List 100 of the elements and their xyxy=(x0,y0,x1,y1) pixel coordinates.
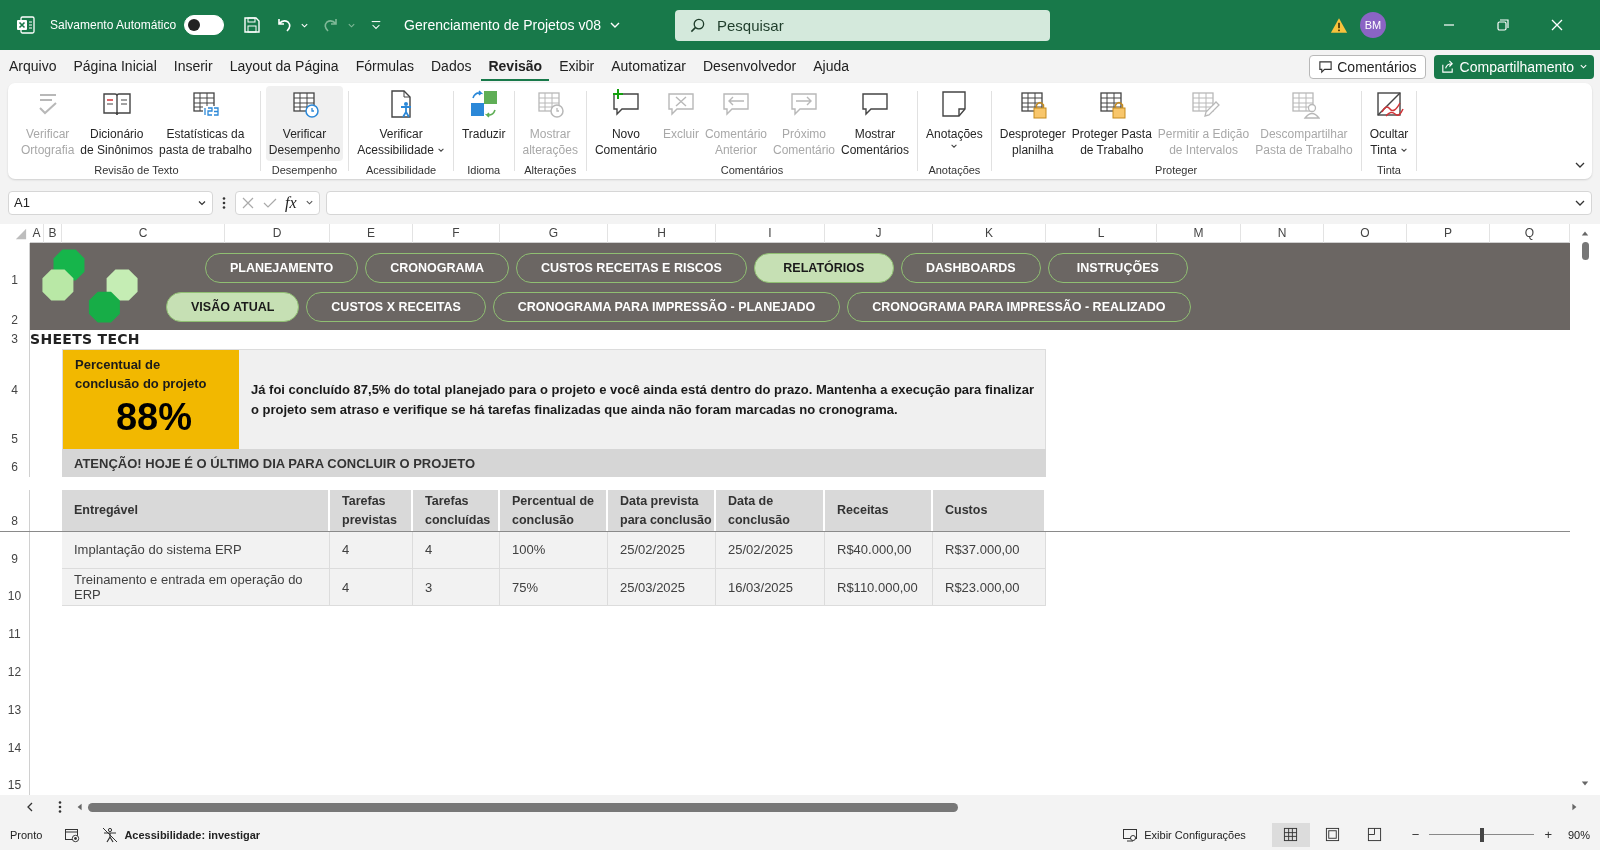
ribbon-command[interactable]: Estatísticas da pasta de trabalho xyxy=(156,86,255,161)
zoom-out-button[interactable]: − xyxy=(1411,827,1420,842)
table-header-cell: Data prevista para conclusão xyxy=(608,490,716,531)
row-header[interactable]: 9 xyxy=(0,531,30,569)
comments-button[interactable]: Comentários xyxy=(1309,54,1426,79)
menu-tab[interactable]: Página Inicial xyxy=(66,52,164,81)
ribbon-command[interactable]: Ocultar Tinta xyxy=(1366,86,1412,161)
scroll-down-icon[interactable] xyxy=(1581,779,1589,787)
alert-text: ATENÇÃO! HOJE É O ÚLTIMO DIA PARA CONCLUIR O PROJETO xyxy=(74,455,476,471)
scroll-thumb[interactable] xyxy=(1581,242,1589,260)
normal-view-icon[interactable] xyxy=(1271,822,1310,847)
nav-button[interactable]: VISÃO ATUAL xyxy=(166,291,300,322)
ribbon-command[interactable]: Verificar Acessibilidade xyxy=(354,86,448,161)
progress-message: Já foi concluído 87,5% do total planejado para o projeto e você ainda está dentro do prazo. Mantenha a execução para finalizar o projeto sem atraso e verifique se há tarefas finalizadas que ainda não foram marcadas no cronograma. xyxy=(250,380,1036,419)
save-icon[interactable] xyxy=(242,15,263,35)
restore-icon[interactable] xyxy=(1496,18,1510,32)
ribbon-command[interactable]: Mostrar Comentários xyxy=(838,86,913,161)
row-header[interactable]: 14 xyxy=(0,720,30,758)
zoom-in-button[interactable]: + xyxy=(1544,827,1552,842)
menu-tab[interactable]: Ajuda xyxy=(806,52,857,81)
warning-icon[interactable] xyxy=(1330,16,1348,34)
caret-icon xyxy=(1579,62,1588,71)
menu-tab[interactable]: Revisão xyxy=(481,52,550,81)
row-header[interactable]: 5 xyxy=(0,400,30,449)
table-cell: Implantação do sistema ERP xyxy=(62,531,330,569)
display-settings-icon[interactable] xyxy=(1122,826,1139,843)
scroll-thumb[interactable] xyxy=(88,802,958,812)
caret-icon xyxy=(436,146,445,154)
ribbon-group-label: Tinta xyxy=(1376,164,1401,178)
more-icon[interactable] xyxy=(58,800,62,814)
table-cell: 25/03/2025 xyxy=(608,569,716,606)
table-cell: 16/03/2025 xyxy=(716,569,825,606)
table-cell: R$40.000,00 xyxy=(825,531,933,569)
row-header[interactable]: 10 xyxy=(0,569,30,606)
row-header[interactable]: 4 xyxy=(0,349,30,400)
scroll-up-icon[interactable] xyxy=(1581,230,1589,238)
progress-label: Percentual de conclusão do projeto xyxy=(75,356,208,393)
ribbon-command[interactable]: Traduzir xyxy=(458,86,509,145)
ribbon-command[interactable]: Novo Comentário xyxy=(591,86,660,161)
menu-tab[interactable]: Automatizar xyxy=(604,52,693,81)
ribbon-group-label: Desempenho xyxy=(271,164,338,178)
share-button[interactable]: Compartilhamento xyxy=(1433,54,1594,79)
brand-name: SHEETS TECH xyxy=(30,330,141,349)
more-icon[interactable] xyxy=(222,195,226,210)
table-cell: R$23.000,00 xyxy=(933,569,1046,606)
status-text: Pronto xyxy=(10,828,43,841)
caret-icon xyxy=(1399,146,1408,154)
menu-tab[interactable]: Exibir xyxy=(552,52,602,81)
autosave-toggle[interactable] xyxy=(184,15,225,35)
table-cell: 4 xyxy=(330,531,413,569)
menu-tab[interactable]: Arquivo xyxy=(2,52,64,81)
display-settings-button[interactable]: Exibir Configurações xyxy=(1144,828,1246,841)
row-header[interactable]: 12 xyxy=(0,644,30,682)
close-icon[interactable] xyxy=(1550,18,1564,32)
ribbon-command[interactable]: Verificar Desempenho xyxy=(265,86,344,161)
row-header[interactable]: 13 xyxy=(0,682,30,720)
macro-record-icon[interactable] xyxy=(64,826,81,843)
spreadsheet-app-icon[interactable] xyxy=(16,15,36,35)
table-cell: R$110.000,00 xyxy=(825,569,933,606)
comment-icon xyxy=(1318,59,1334,74)
formula-input[interactable] xyxy=(325,190,1592,215)
progress-value: 88% xyxy=(115,395,193,439)
menu-tab[interactable]: Fórmulas xyxy=(348,52,421,81)
row-header[interactable]: 8 xyxy=(0,490,30,531)
nav-button[interactable]: RELATÓRIOS xyxy=(753,253,894,284)
caret-icon[interactable] xyxy=(304,198,314,207)
table-cell: R$37.000,00 xyxy=(933,531,1046,569)
table-header-cell: Percentual de conclusão xyxy=(500,490,608,531)
table-cell: 25/02/2025 xyxy=(608,531,716,569)
row-header[interactable]: 3 xyxy=(0,330,30,349)
menu-tab[interactable]: Inserir xyxy=(166,52,220,81)
ribbon-group-label: Alterações xyxy=(524,164,577,178)
ribbon-command[interactable]: Desproteger planilha xyxy=(996,86,1069,161)
ribbon-group-label: Anotações xyxy=(928,164,981,178)
ribbon-command[interactable]: Proteger Pasta de Trabalho xyxy=(1068,86,1155,161)
search-field[interactable]: Pesquisar xyxy=(674,9,1050,41)
ribbon-command[interactable]: Anotações xyxy=(923,86,986,153)
name-box[interactable]: A1 xyxy=(8,190,213,215)
accessibility-status[interactable]: Acessibilidade: investigar xyxy=(124,828,261,841)
zoom-slider-thumb[interactable] xyxy=(1479,827,1484,842)
table-cell: 100% xyxy=(500,531,608,569)
scroll-right-icon[interactable] xyxy=(1570,803,1578,811)
menu-tab[interactable]: Layout da Página xyxy=(222,52,346,81)
user-avatar[interactable]: BM xyxy=(1360,12,1386,38)
zoom-level[interactable]: 90% xyxy=(1567,828,1590,841)
row-header[interactable]: 6 xyxy=(0,449,30,477)
ribbon-command[interactable]: Dicionário de Sinônimos xyxy=(77,86,157,161)
document-title[interactable]: Gerenciamento de Projetos v08 xyxy=(404,17,601,33)
scroll-left-icon[interactable] xyxy=(76,803,84,811)
accessibility-icon[interactable] xyxy=(102,826,119,843)
table-header-cell: Data de conclusão xyxy=(716,490,825,531)
menu-tab[interactable]: Desenvolvedor xyxy=(695,52,804,81)
customize-toolbar-icon[interactable] xyxy=(370,19,383,31)
insert-function-button[interactable]: fx xyxy=(285,193,297,212)
search-icon xyxy=(688,16,706,34)
row-header[interactable]: 11 xyxy=(0,606,30,644)
menu-tab[interactable]: Dados xyxy=(424,52,479,81)
ribbon-group-label: Comentários xyxy=(720,164,784,178)
share-icon xyxy=(1439,59,1455,74)
table-header-cell: Custos xyxy=(933,490,1046,531)
